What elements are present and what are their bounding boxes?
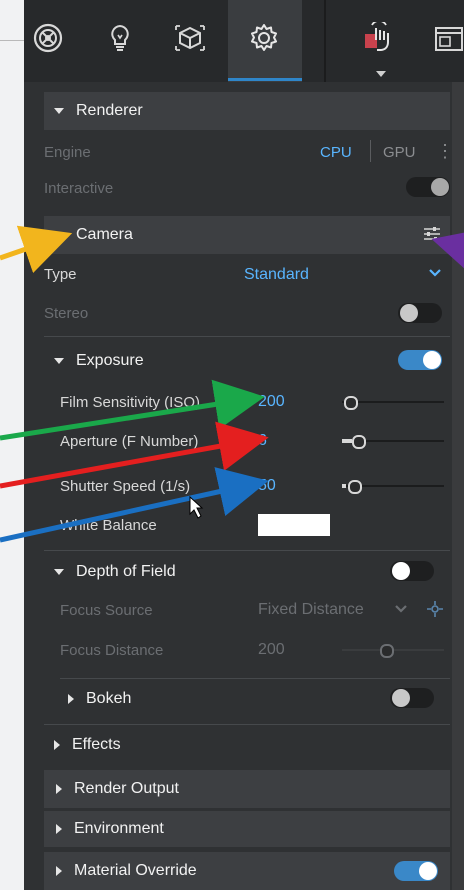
caret-down-icon: [54, 232, 64, 238]
lightbulb-icon[interactable]: [100, 18, 140, 58]
adjust-icon[interactable]: [422, 224, 442, 249]
divider: [44, 550, 450, 551]
focus-distance-value[interactable]: 200: [258, 641, 285, 659]
renderer-section-header[interactable]: Renderer: [44, 92, 450, 130]
caret-right-icon: [56, 784, 62, 794]
window-icon[interactable]: [428, 18, 464, 58]
material-override-toggle[interactable]: [394, 861, 438, 881]
iso-slider[interactable]: [342, 396, 444, 410]
material-icon[interactable]: [170, 18, 210, 58]
bokeh-title: Bokeh: [86, 690, 132, 707]
shutter-slider-fill: [342, 484, 346, 488]
aperture-value[interactable]: 6: [258, 432, 267, 450]
divider: [44, 724, 450, 725]
chevron-down-icon[interactable]: [428, 266, 442, 283]
exposure-toggle[interactable]: [398, 350, 442, 370]
stereo-toggle[interactable]: [398, 303, 442, 323]
iso-value[interactable]: 200: [258, 393, 285, 411]
camera-type-value[interactable]: Standard: [244, 266, 309, 284]
toolbar-separator: [324, 0, 326, 82]
camera-type-label: Type: [44, 266, 77, 283]
scene-icon[interactable]: [28, 18, 68, 58]
caret-right-icon: [54, 740, 60, 750]
caret-right-icon: [68, 694, 74, 704]
effects-title: Effects: [72, 736, 121, 753]
stereo-label: Stereo: [44, 305, 89, 322]
caret-down-icon: [54, 569, 64, 575]
material-override-section-header[interactable]: Material Override: [44, 852, 450, 890]
exposure-section-header[interactable]: Exposure: [44, 342, 450, 380]
dof-toggle[interactable]: [390, 561, 434, 581]
camera-section-header[interactable]: Camera: [44, 216, 450, 254]
caret-down-icon: [54, 108, 64, 114]
hand-icon[interactable]: [358, 18, 398, 58]
aperture-slider-fill: [342, 439, 352, 443]
caret-right-icon: [56, 824, 62, 834]
aperture-label: Aperture (F Number): [60, 433, 199, 450]
settings-icon[interactable]: [244, 18, 284, 58]
engine-cpu-option[interactable]: CPU: [320, 144, 352, 161]
aperture-slider-thumb[interactable]: [352, 435, 366, 449]
camera-title: Camera: [76, 226, 133, 243]
background-line: [0, 40, 24, 41]
white-balance-swatch[interactable]: [258, 514, 330, 536]
interactive-toggle[interactable]: [406, 177, 450, 197]
environment-title: Environment: [74, 820, 164, 837]
interactive-label: Interactive: [44, 180, 114, 197]
shutter-slider[interactable]: [342, 480, 444, 494]
iso-label: Film Sensitivity (ISO): [60, 394, 201, 411]
focus-distance-slider[interactable]: [342, 644, 444, 658]
dof-title: Depth of Field: [76, 563, 176, 580]
caret-right-icon: [56, 866, 62, 876]
focus-source-label: Focus Source: [60, 602, 153, 619]
active-tab-indicator: [228, 78, 302, 81]
renderer-title: Renderer: [76, 102, 143, 119]
chevron-down-icon[interactable]: [376, 71, 386, 77]
render-output-section-header[interactable]: Render Output: [44, 770, 450, 808]
divider: [44, 336, 450, 337]
shutter-slider-thumb[interactable]: [348, 480, 362, 494]
engine-label: Engine: [44, 144, 91, 161]
environment-section-header[interactable]: Environment: [44, 811, 450, 847]
focus-distance-thumb[interactable]: [380, 644, 394, 658]
aperture-slider[interactable]: [342, 435, 444, 449]
material-override-title: Material Override: [74, 862, 197, 879]
exposure-title: Exposure: [76, 352, 144, 369]
effects-section-header[interactable]: Effects: [44, 726, 450, 764]
engine-separator: [370, 140, 371, 162]
scrollbar-track[interactable]: [452, 82, 464, 890]
shutter-label: Shutter Speed (1/s): [60, 478, 191, 495]
focus-distance-label: Focus Distance: [60, 642, 164, 659]
toolbar: [24, 0, 464, 82]
caret-down-icon: [54, 358, 64, 364]
divider: [60, 678, 450, 679]
bokeh-toggle[interactable]: [390, 688, 434, 708]
white-balance-label: White Balance: [60, 517, 157, 534]
focus-source-value[interactable]: Fixed Distance: [258, 601, 364, 619]
focus-picker-icon[interactable]: [426, 600, 444, 623]
engine-gpu-option[interactable]: GPU: [383, 144, 416, 161]
shutter-value[interactable]: 50: [258, 477, 276, 495]
render-output-title: Render Output: [74, 780, 179, 797]
iso-slider-thumb[interactable]: [344, 396, 358, 410]
settings-panel: Renderer Engine CPU GPU ⋮ Interactive Ca…: [24, 0, 464, 890]
chevron-down-icon[interactable]: [394, 602, 408, 619]
